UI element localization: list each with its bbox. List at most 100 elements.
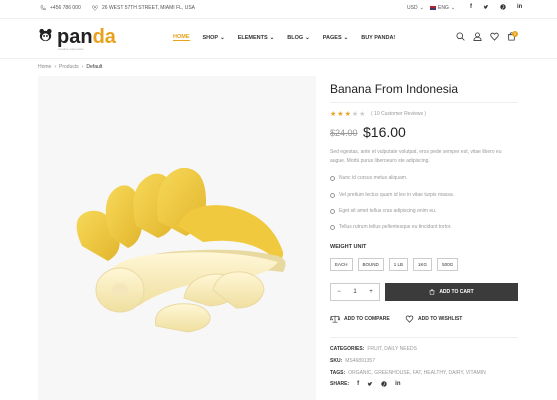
tags-value[interactable]: ORGANIC, GREENHOUSE, FAT, HEALTHY, DAIRY… (348, 370, 486, 376)
heart-icon[interactable] (490, 32, 499, 41)
circle-bullet-icon (330, 175, 335, 181)
star-filled-icon: ★ (330, 111, 337, 118)
main-header: panda creative responsive HOME SHOP ⌄ ELE… (0, 19, 557, 59)
address-text: 26 WEST 57TH STREET, MIAMI FL, USA (102, 5, 195, 11)
social-links: f in (470, 4, 522, 10)
banana-illustration (76, 167, 286, 333)
pinterest-icon[interactable] (381, 381, 387, 387)
product-image[interactable] (38, 76, 316, 400)
panda-logo-icon (39, 28, 52, 42)
circle-bullet-icon (330, 208, 335, 214)
weight-option-bound[interactable]: BOUND (357, 258, 384, 271)
breadcrumb-current: Default (86, 64, 103, 70)
product-description: Sed egestas, ante et vulputate volutpat,… (330, 149, 502, 164)
pinterest-icon[interactable] (500, 4, 506, 10)
chevron-down-icon: ⌄ (305, 34, 310, 41)
star-filled-icon: ★ (337, 111, 344, 118)
logo-text-da: da (92, 26, 116, 48)
nav-elements[interactable]: ELEMENTS ⌄ (238, 34, 275, 41)
add-to-wishlist-button[interactable]: ADD TO WISHLIST (405, 315, 462, 323)
location-pin-icon (92, 5, 98, 11)
scale-icon (330, 315, 340, 323)
chevron-down-icon: ⌄ (269, 34, 275, 41)
product-title: Banana From Indonesia (330, 82, 459, 96)
language-selector[interactable]: ENG ⌄ (430, 5, 455, 11)
add-to-wishlist-label: ADD TO WISHLIST (418, 316, 463, 322)
top-bar: +456 786 000 26 WEST 57TH STREET, MIAMI … (0, 0, 557, 19)
tags-label: TAGS: (330, 370, 346, 376)
quantity-stepper: − 1 + (330, 283, 380, 301)
old-price: $24.00 (330, 128, 358, 138)
circle-bullet-icon (330, 224, 335, 230)
weight-unit-label: WEIGHT UNIT (330, 244, 367, 250)
weight-option-each[interactable]: EACH (330, 258, 353, 271)
search-icon[interactable] (456, 32, 465, 41)
add-to-compare-button[interactable]: ADD TO COMPARE (330, 315, 390, 323)
add-to-cart-button[interactable]: ADD TO CART (385, 283, 518, 301)
feature-item: Eget sit amet tellus cras adipiscing eni… (330, 208, 518, 214)
weight-options: EACH BOUND 1 LB 1KG 500G (330, 258, 459, 271)
share-row: SHARE: f in (330, 381, 401, 387)
twitter-icon[interactable] (483, 4, 489, 10)
star-empty-icon: ★ (351, 111, 359, 118)
feature-item: Tellus rutrum tellus pellentesque eu tin… (330, 224, 518, 230)
weight-option-1kg[interactable]: 1KG (413, 258, 433, 271)
heart-icon (405, 315, 414, 323)
share-label: SHARE: (330, 381, 350, 387)
bag-icon (429, 289, 435, 295)
rating-stars: ★ ★ ★ ★ ★ (330, 110, 365, 118)
breadcrumb-products[interactable]: Products (59, 64, 79, 70)
linkedin-icon[interactable]: in (395, 381, 400, 387)
current-price: $16.00 (363, 124, 406, 140)
phone-icon (40, 5, 46, 11)
add-to-cart-label: ADD TO CART (439, 289, 474, 295)
header-icons (456, 32, 516, 41)
categories-label: CATEGORIES: (330, 346, 365, 352)
add-to-compare-label: ADD TO COMPARE (344, 316, 390, 322)
star-filled-icon: ★ (344, 111, 351, 118)
facebook-icon[interactable]: f (470, 4, 472, 10)
facebook-icon[interactable]: f (357, 381, 359, 387)
weight-option-500g[interactable]: 500G (437, 258, 459, 271)
feature-item: Vel pretium lectus quam id leo in vitae … (330, 192, 518, 198)
currency-label: USD (407, 5, 418, 11)
chevron-right-icon: › (54, 64, 57, 70)
plus-icon[interactable]: + (369, 289, 373, 295)
nav-buy-panda[interactable]: BUY PANDA! (361, 34, 395, 41)
nav-blog[interactable]: BLOG ⌄ (287, 34, 310, 41)
breadcrumb: Home › Products › Default (38, 64, 102, 70)
linkedin-icon[interactable]: in (517, 4, 522, 10)
nav-shop[interactable]: SHOP ⌄ (203, 34, 225, 41)
chevron-down-icon: ⌄ (450, 5, 456, 11)
feature-item: Nunc id cursus metus aliquam. (330, 175, 518, 181)
language-label: ENG (438, 5, 449, 11)
categories-value[interactable]: FRUIT, DAILY NEEDS (367, 346, 417, 352)
chevron-down-icon: ⌄ (419, 5, 424, 11)
site-logo[interactable]: panda creative responsive (38, 26, 116, 51)
tags-row: TAGS: ORGANIC, GREENHOUSE, FAT, HEALTHY,… (330, 370, 486, 376)
cart-count-badge: 0 (512, 31, 518, 37)
logo-tagline: creative responsive (58, 47, 84, 51)
reviews-link[interactable]: ( 10 Customer Reviews ) (371, 111, 426, 117)
categories-row: CATEGORIES: FRUIT, DAILY NEEDS (330, 346, 417, 352)
divider (330, 102, 518, 103)
circle-bullet-icon (330, 192, 335, 198)
star-empty-icon: ★ (359, 111, 366, 118)
sku-label: SKU: (330, 358, 343, 364)
user-icon[interactable] (473, 32, 482, 41)
nav-pages[interactable]: PAGES ⌄ (323, 34, 348, 41)
chevron-down-icon: ⌄ (220, 34, 225, 41)
currency-selector[interactable]: USD ⌄ (407, 5, 424, 11)
address-info[interactable]: 26 WEST 57TH STREET, MIAMI FL, USA (92, 5, 195, 11)
twitter-icon[interactable] (367, 381, 373, 387)
nav-home[interactable]: HOME (173, 34, 190, 41)
quantity-value[interactable]: 1 (353, 289, 356, 295)
minus-icon[interactable]: − (337, 289, 341, 295)
phone-info[interactable]: +456 786 000 (40, 5, 81, 11)
breadcrumb-home[interactable]: Home (38, 64, 51, 70)
phone-number: +456 786 000 (50, 5, 81, 11)
sku-row: SKU: MS46891357 (330, 358, 375, 364)
weight-option-1lb[interactable]: 1 LB (388, 258, 409, 271)
main-nav: HOME SHOP ⌄ ELEMENTS ⌄ BLOG ⌄ PAGES ⌄ BUY PA… (173, 34, 408, 41)
us-flag-icon (430, 6, 436, 10)
